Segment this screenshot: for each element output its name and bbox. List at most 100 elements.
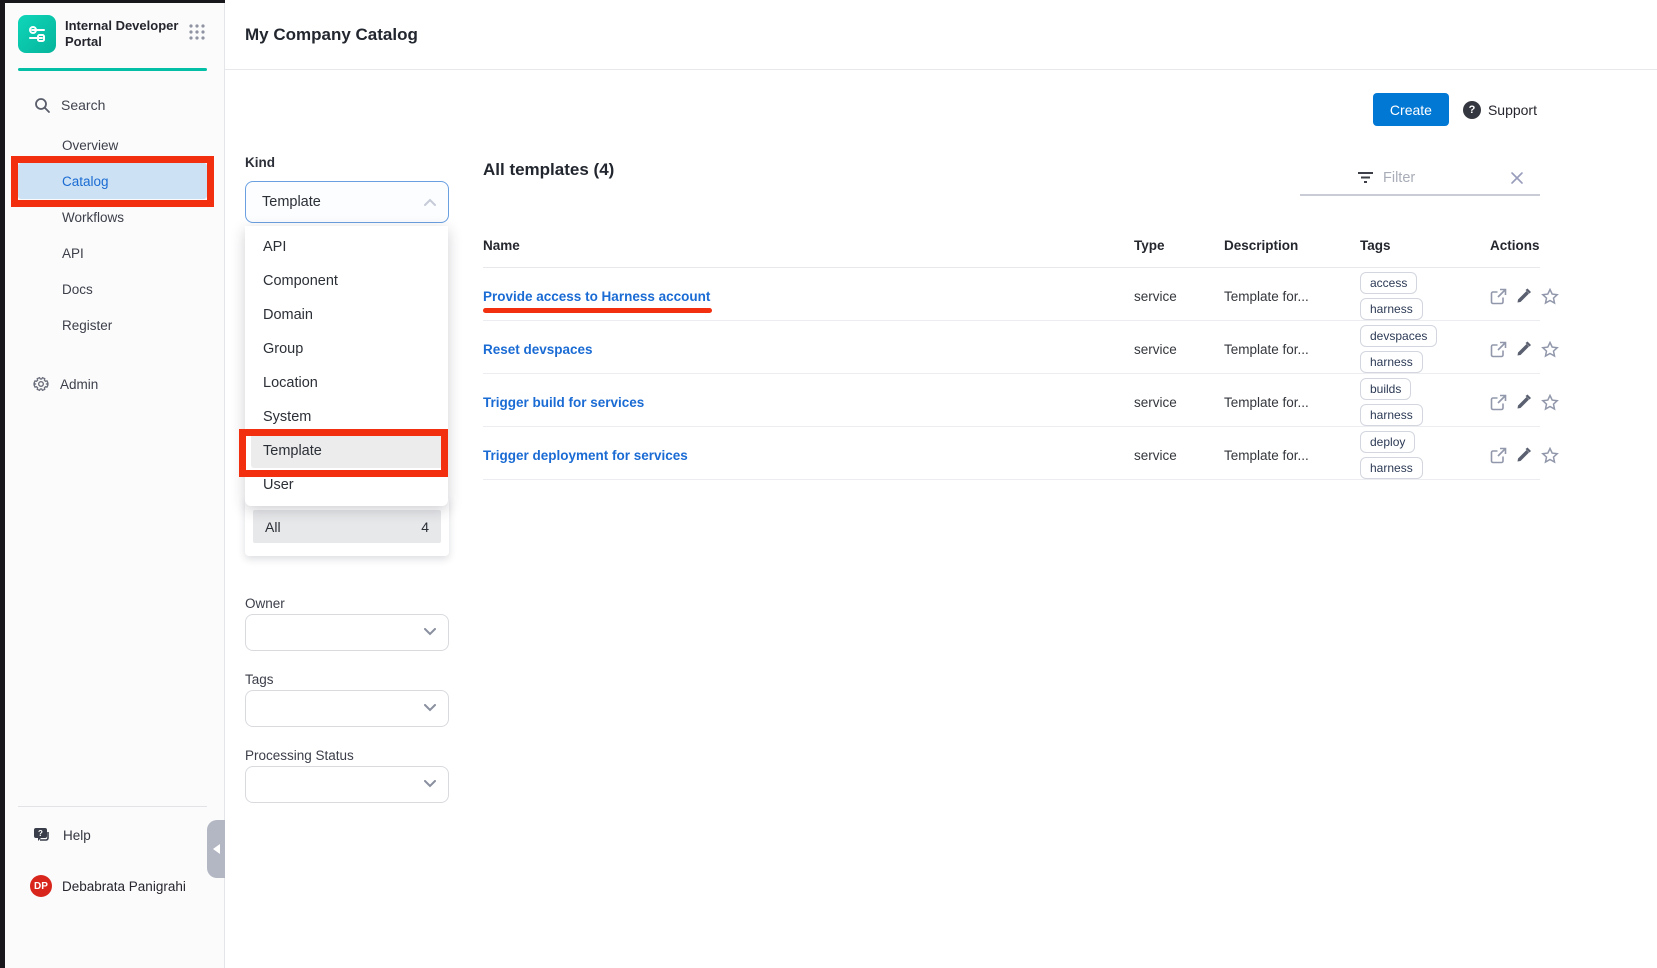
clear-filter-icon[interactable] (1510, 171, 1524, 185)
tag-chip: deploy (1360, 431, 1415, 453)
brand-title: Internal Developer Portal (65, 18, 183, 50)
owner-select[interactable] (245, 614, 449, 651)
col-type[interactable]: Type (1134, 238, 1224, 253)
sidebar-item-register[interactable]: Register (0, 307, 225, 343)
processing-status-select[interactable] (245, 766, 449, 803)
template-link[interactable]: Reset devspaces (483, 342, 593, 357)
cell-tags: builds harness (1360, 374, 1490, 430)
brand-accent-rule (18, 68, 207, 71)
kind-option-api[interactable]: API (251, 230, 442, 264)
sidebar-collapse-handle[interactable] (207, 820, 225, 878)
sidebar-item-help[interactable]: ? Help (0, 820, 225, 850)
kind-dropdown: API Component Domain Group Location Syst… (245, 226, 448, 506)
edit-pencil-icon[interactable] (1516, 447, 1532, 464)
support-label: Support (1488, 102, 1537, 118)
col-tags[interactable]: Tags (1360, 238, 1490, 253)
cell-type: service (1134, 395, 1224, 410)
sidebar-item-catalog[interactable]: Catalog (18, 163, 207, 199)
kind-all-label: All (265, 519, 281, 535)
template-link[interactable]: Trigger deployment for services (483, 448, 688, 463)
open-external-icon[interactable] (1490, 288, 1507, 305)
tag-chip: harness (1360, 298, 1423, 320)
chevron-left-icon (208, 844, 220, 854)
main-content: My Company Catalog Create ? Support Kind… (225, 0, 1657, 968)
template-link[interactable]: Trigger build for services (483, 395, 644, 410)
tag-chip: harness (1360, 351, 1423, 373)
sidebar-item-api[interactable]: API (0, 235, 225, 271)
kind-option-component[interactable]: Component (251, 264, 442, 298)
open-external-icon[interactable] (1490, 447, 1507, 464)
search-label: Search (61, 97, 105, 113)
admin-label: Admin (60, 377, 98, 392)
cell-type: service (1134, 448, 1224, 463)
chevron-up-icon (424, 198, 436, 206)
cell-description: Template for... (1224, 448, 1360, 463)
star-icon[interactable] (1541, 288, 1559, 305)
cell-tags: devspaces harness (1360, 321, 1490, 377)
col-description[interactable]: Description (1224, 238, 1360, 253)
create-button[interactable]: Create (1373, 93, 1449, 126)
kind-all-row[interactable]: All 4 (253, 510, 441, 543)
tag-chip: harness (1360, 457, 1423, 479)
open-external-icon[interactable] (1490, 341, 1507, 358)
sidebar-item-overview[interactable]: Overview (0, 127, 225, 163)
star-icon[interactable] (1541, 341, 1559, 358)
help-chat-icon: ? (33, 827, 52, 844)
chevron-down-icon (424, 704, 436, 712)
cell-actions (1490, 341, 1569, 358)
page-header: My Company Catalog (225, 0, 1657, 70)
cell-description: Template for... (1224, 289, 1360, 304)
cell-description: Template for... (1224, 395, 1360, 410)
template-link[interactable]: Provide access to Harness account (483, 289, 710, 304)
kind-option-domain[interactable]: Domain (251, 298, 442, 332)
edit-pencil-icon[interactable] (1516, 394, 1532, 411)
sidebar-item-admin[interactable]: Admin (0, 366, 225, 402)
tags-label: Tags (245, 672, 274, 687)
kind-select-value: Template (262, 194, 321, 210)
sidebar-item-workflows[interactable]: Workflows (0, 199, 225, 235)
cell-type: service (1134, 289, 1224, 304)
sidebar-item-docs[interactable]: Docs (0, 271, 225, 307)
sidebar-divider (18, 806, 207, 807)
edit-pencil-icon[interactable] (1516, 341, 1532, 358)
window-edge-left (0, 0, 5, 968)
user-name: Debabrata Panigrahi (62, 879, 186, 894)
col-actions: Actions (1490, 238, 1558, 253)
table-header-row: Name Type Description Tags Actions (483, 223, 1540, 268)
apps-grid-icon[interactable] (187, 22, 207, 47)
table-row: Trigger deployment for services service … (483, 427, 1540, 480)
tags-select[interactable] (245, 690, 449, 727)
table-row: Provide access to Harness account servic… (483, 268, 1540, 321)
open-external-icon[interactable] (1490, 394, 1507, 411)
kind-option-user[interactable]: User (251, 468, 442, 502)
page-title: My Company Catalog (245, 25, 418, 45)
sidebar-nav: Overview Catalog Workflows API Docs Regi… (0, 127, 225, 343)
star-icon[interactable] (1541, 394, 1559, 411)
col-name[interactable]: Name (483, 238, 1134, 253)
tag-chip: builds (1360, 378, 1411, 400)
cell-actions (1490, 394, 1569, 411)
kind-option-system[interactable]: System (251, 400, 442, 434)
user-menu[interactable]: DP Debabrata Panigrahi (0, 872, 225, 900)
filter-input[interactable] (1383, 170, 1503, 186)
tag-chip: access (1360, 272, 1417, 294)
svg-text:?: ? (38, 829, 43, 838)
templates-table: All templates (4) Name Type Description … (483, 160, 1540, 480)
kind-option-location[interactable]: Location (251, 366, 442, 400)
avatar: DP (30, 875, 52, 897)
star-icon[interactable] (1541, 447, 1559, 464)
owner-label: Owner (245, 596, 285, 611)
gear-icon (33, 376, 49, 392)
sidebar-search[interactable]: Search (0, 90, 225, 120)
table-row: Reset devspaces service Template for... … (483, 321, 1540, 374)
kind-option-template[interactable]: Template (251, 434, 442, 468)
kind-label: Kind (245, 155, 275, 170)
question-circle-icon: ? (1463, 101, 1481, 119)
chevron-down-icon (424, 780, 436, 788)
support-button[interactable]: ? Support (1463, 101, 1537, 119)
cell-tags: deploy harness (1360, 427, 1490, 483)
window-edge-top (0, 0, 225, 3)
kind-select[interactable]: Template (245, 181, 449, 223)
edit-pencil-icon[interactable] (1516, 288, 1532, 305)
kind-option-group[interactable]: Group (251, 332, 442, 366)
